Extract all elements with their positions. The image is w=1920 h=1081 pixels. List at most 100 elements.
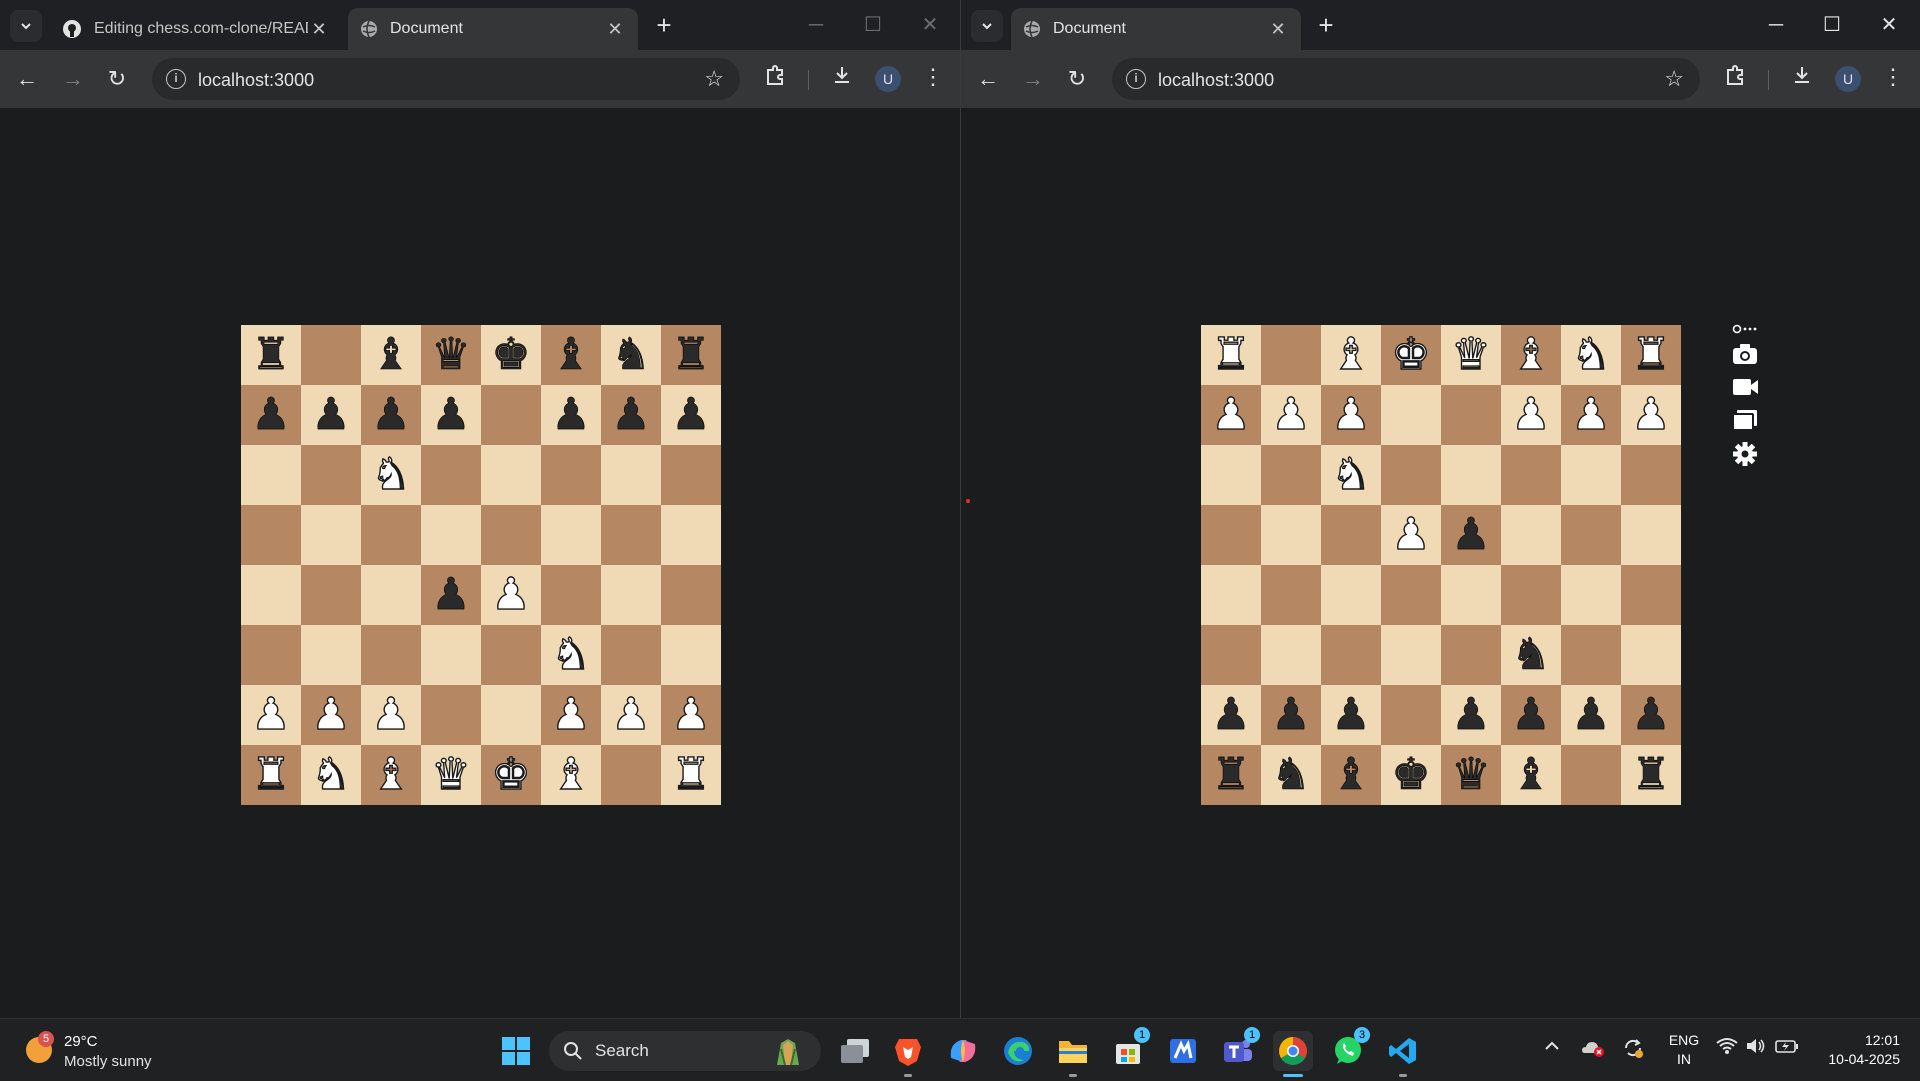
board-square[interactable]: ♟ xyxy=(1201,685,1261,745)
minimize-button[interactable]: ─ xyxy=(1758,10,1794,40)
board-square[interactable]: ♟ xyxy=(241,685,301,745)
board-square[interactable] xyxy=(601,625,661,685)
board-square[interactable] xyxy=(1381,685,1441,745)
camera-icon[interactable] xyxy=(1731,342,1759,366)
board-square[interactable] xyxy=(241,505,301,565)
board-square[interactable] xyxy=(421,505,481,565)
board-square[interactable] xyxy=(1621,625,1681,685)
board-square[interactable] xyxy=(481,385,541,445)
board-square[interactable] xyxy=(1561,445,1621,505)
chess-board[interactable]: ♜ ♝ ♛ ♚ ♝ ♞ ♜ ♟ ♟ ♟ ♟ ♟ ♟ ♟ ♞ ♟ ♟ ♞ ♟ ♟ ♟ ♟ ♟ ♟ ♜ ♞ ♝ ♛ ♚ ♝ ♜ xyxy=(241,325,721,805)
white-king-piece[interactable]: ♚ xyxy=(491,752,532,797)
board-square[interactable] xyxy=(1261,505,1321,565)
board-square[interactable] xyxy=(1621,445,1681,505)
board-square[interactable] xyxy=(541,445,601,505)
white-bishop-piece[interactable]: ♝ xyxy=(1511,332,1552,377)
board-square[interactable] xyxy=(1201,625,1261,685)
board-square[interactable]: ♞ xyxy=(541,625,601,685)
white-knight-piece[interactable]: ♞ xyxy=(371,452,412,497)
onedrive-icon[interactable] xyxy=(1581,1037,1605,1062)
black-pawn-piece[interactable]: ♟ xyxy=(1211,692,1251,737)
black-king-piece[interactable]: ♚ xyxy=(1391,752,1431,797)
black-bishop-piece[interactable]: ♝ xyxy=(371,332,411,377)
board-square[interactable]: ♛ xyxy=(421,325,481,385)
white-pawn-piece[interactable]: ♟ xyxy=(1571,392,1612,437)
white-bishop-piece[interactable]: ♝ xyxy=(371,752,412,797)
board-square[interactable] xyxy=(601,505,661,565)
board-square[interactable] xyxy=(1381,385,1441,445)
board-square[interactable]: ♟ xyxy=(1201,385,1261,445)
white-pawn-piece[interactable]: ♟ xyxy=(551,692,592,737)
board-square[interactable]: ♟ xyxy=(421,565,481,625)
close-icon[interactable]: ✕ xyxy=(604,19,626,40)
board-square[interactable] xyxy=(1201,565,1261,625)
board-square[interactable]: ♚ xyxy=(1381,325,1441,385)
white-pawn-piece[interactable]: ♟ xyxy=(1211,392,1252,437)
white-rook-piece[interactable]: ♜ xyxy=(251,752,292,797)
tab-document[interactable]: Document ✕ xyxy=(1011,8,1301,50)
white-knight-piece[interactable]: ♞ xyxy=(1571,332,1612,377)
board-square[interactable] xyxy=(241,565,301,625)
board-square[interactable]: ♝ xyxy=(1501,745,1561,805)
board-square[interactable]: ♜ xyxy=(661,745,721,805)
board-square[interactable]: ♟ xyxy=(541,685,601,745)
taskbar-app-blue[interactable] xyxy=(1163,1031,1203,1071)
close-icon[interactable]: ✕ xyxy=(1267,19,1289,40)
board-square[interactable] xyxy=(301,445,361,505)
back-button[interactable]: ← xyxy=(971,62,1005,96)
board-square[interactable] xyxy=(1621,505,1681,565)
board-square[interactable] xyxy=(481,625,541,685)
board-square[interactable]: ♟ xyxy=(421,385,481,445)
black-queen-piece[interactable]: ♛ xyxy=(431,332,471,377)
board-square[interactable]: ♞ xyxy=(301,745,361,805)
black-bishop-piece[interactable]: ♝ xyxy=(551,332,591,377)
black-pawn-piece[interactable]: ♟ xyxy=(1451,512,1491,557)
board-square[interactable]: ♜ xyxy=(241,745,301,805)
board-square[interactable]: ♞ xyxy=(1501,625,1561,685)
white-pawn-piece[interactable]: ♟ xyxy=(251,692,292,737)
board-square[interactable]: ♟ xyxy=(1561,685,1621,745)
profile-avatar[interactable]: U xyxy=(875,66,901,92)
taskbar-app-file-explorer[interactable] xyxy=(1053,1031,1093,1077)
taskbar-app-microsoft-store[interactable]: 1 xyxy=(1108,1027,1150,1071)
bookmark-star-icon[interactable]: ☆ xyxy=(704,66,724,92)
board-square[interactable] xyxy=(301,565,361,625)
board-square[interactable] xyxy=(481,445,541,505)
black-queen-piece[interactable]: ♛ xyxy=(1451,752,1491,797)
board-square[interactable] xyxy=(301,325,361,385)
battery-icon[interactable] xyxy=(1775,1037,1799,1060)
board-square[interactable]: ♜ xyxy=(1201,325,1261,385)
board-square[interactable] xyxy=(661,625,721,685)
black-pawn-piece[interactable]: ♟ xyxy=(551,392,591,437)
black-pawn-piece[interactable]: ♟ xyxy=(311,392,351,437)
board-square[interactable] xyxy=(541,505,601,565)
board-square[interactable] xyxy=(1261,625,1321,685)
white-pawn-piece[interactable]: ♟ xyxy=(1391,512,1432,557)
site-info-icon[interactable]: i xyxy=(1126,69,1146,89)
white-pawn-piece[interactable]: ♟ xyxy=(1631,392,1672,437)
download-icon[interactable] xyxy=(1787,64,1817,94)
board-square[interactable]: ♞ xyxy=(601,325,661,385)
tab-github-readme[interactable]: Editing chess.com-clone/READM ✕ xyxy=(50,8,342,50)
black-pawn-piece[interactable]: ♟ xyxy=(431,572,471,617)
board-square[interactable] xyxy=(1381,625,1441,685)
address-bar[interactable]: i localhost:3000 ☆ xyxy=(1112,58,1700,100)
white-knight-piece[interactable]: ♞ xyxy=(311,752,352,797)
board-square[interactable]: ♛ xyxy=(421,745,481,805)
black-bishop-piece[interactable]: ♝ xyxy=(1331,752,1371,797)
board-square[interactable]: ♟ xyxy=(1381,505,1441,565)
back-button[interactable]: ← xyxy=(10,62,44,96)
board-square[interactable]: ♟ xyxy=(1441,685,1501,745)
start-button[interactable] xyxy=(502,1037,530,1065)
board-square[interactable]: ♞ xyxy=(1321,445,1381,505)
forward-button[interactable]: → xyxy=(1016,62,1050,96)
board-square[interactable] xyxy=(481,685,541,745)
board-square[interactable]: ♚ xyxy=(481,325,541,385)
white-bishop-piece[interactable]: ♝ xyxy=(1331,332,1372,377)
board-square[interactable]: ♝ xyxy=(1501,325,1561,385)
board-square[interactable]: ♟ xyxy=(1621,685,1681,745)
board-square[interactable] xyxy=(421,445,481,505)
board-square[interactable] xyxy=(541,565,601,625)
board-square[interactable] xyxy=(1501,565,1561,625)
address-bar[interactable]: i localhost:3000 ☆ xyxy=(152,58,740,100)
